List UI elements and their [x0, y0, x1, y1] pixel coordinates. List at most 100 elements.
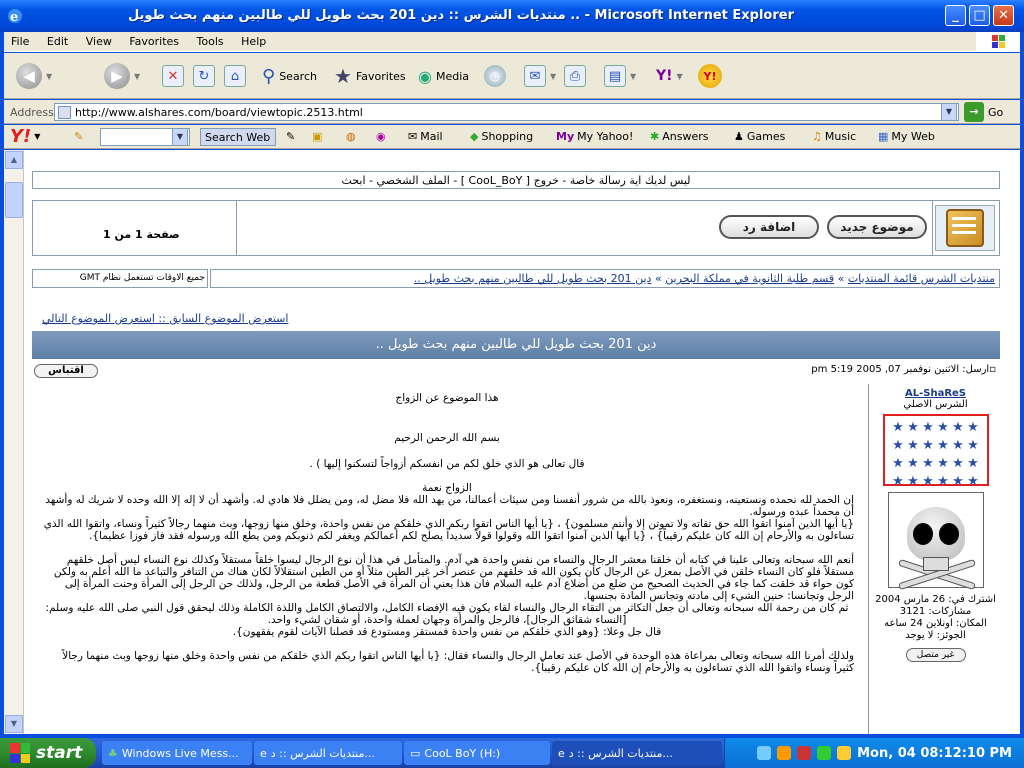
edit-icon[interactable]: ▤: [604, 65, 626, 87]
menu-edit[interactable]: Edit: [40, 32, 75, 51]
yahoo-logo-icon[interactable]: Y!: [10, 126, 31, 147]
rank-star-icon: ★: [892, 456, 904, 471]
tray-icon[interactable]: [797, 746, 812, 760]
vertical-scrollbar[interactable]: ▲ ▼: [4, 150, 24, 734]
yahoo-my-yahoo[interactable]: My My Yahoo!: [556, 130, 633, 143]
breadcrumb-topic[interactable]: دين 201 بحث طويل للي طالبين منهم بحث طوي…: [414, 272, 652, 285]
refresh-icon[interactable]: ↻: [193, 65, 215, 87]
yahoo-music[interactable]: ♫ Music: [812, 130, 856, 143]
yahoo-answers[interactable]: ✱ Answers: [650, 130, 708, 143]
author-panel: AL-ShaReS الشرس الاصلي ★ ★ ★ ★ ★ ★ ★ ★ ★ ★ ★ ★ ★ ★ ★ ★ ★…: [868, 384, 1002, 734]
post-line: قال جل وعلا: {وهو الذي خلقكم من نفس واحد…: [232, 626, 662, 638]
home-icon[interactable]: ⌂: [224, 65, 246, 87]
offline-status: غير متصل: [905, 648, 966, 662]
maximize-button[interactable]: □: [969, 5, 990, 26]
start-button[interactable]: start: [0, 738, 96, 768]
rank-star-icon: ★: [922, 420, 934, 435]
breadcrumb-forum[interactable]: قسم طلبة الثانوية في مملكة البحرين: [665, 272, 834, 285]
favorites-button[interactable]: ★ Favorites: [334, 61, 406, 91]
taskbar-item-forum-1[interactable]: e منتديات الشرس :: د...: [254, 741, 402, 765]
rank-star-icon: ★: [937, 420, 949, 435]
rank-star-icon: ★: [892, 438, 904, 453]
post-line: ثم كان من رحمة الله سبحانه وتعالى أن جعل…: [45, 602, 849, 626]
rank-star-icon: ★: [967, 420, 979, 435]
go-button[interactable]: → Go: [964, 102, 1003, 122]
author-name[interactable]: AL-ShaReS: [869, 388, 1002, 399]
rank-star-icon: ★: [967, 438, 979, 453]
address-bar: Address http://www.alshares.com/board/vi…: [4, 100, 1020, 124]
search-web-button[interactable]: Search Web: [200, 128, 276, 146]
yahoo-search-dropdown[interactable]: ▼: [172, 128, 188, 146]
shopping-icon: ◆: [470, 130, 479, 143]
minimize-button[interactable]: _: [945, 5, 966, 26]
breadcrumb-row: منتديات الشرس قائمة المنتديات » قسم طلبة…: [32, 269, 1000, 288]
scroll-up-icon[interactable]: ▲: [5, 151, 23, 169]
post-line: ولذلك أمرنا الله سبحانه وتعالى بمراعاة ه…: [62, 650, 854, 674]
author-location: المكان: اونلاين 24 ساعه: [884, 618, 987, 629]
menu-tools[interactable]: Tools: [190, 32, 231, 51]
taskbar: start ♣ Windows Live Mess... e منتديات الش…: [0, 738, 1024, 768]
clock: Mon, 04 08:12:10 PM: [857, 745, 1012, 761]
menu-help[interactable]: Help: [234, 32, 273, 51]
print-icon[interactable]: ⎙: [564, 65, 586, 87]
menu-favorites[interactable]: Favorites: [122, 32, 186, 51]
new-topic-button[interactable]: موضوع جديد: [827, 215, 927, 239]
next-topic-link[interactable]: استعرض الموضوع التالي: [42, 312, 155, 325]
avatar: [887, 492, 984, 591]
address-label: Address: [10, 106, 54, 119]
quote-button[interactable]: اقتباس: [34, 364, 98, 378]
search-button[interactable]: ⚲ Search: [262, 61, 317, 91]
folder-icon[interactable]: ▣: [312, 130, 322, 143]
yahoo-toolbar: Y! ▼ ✎ ▼ Search Web ✎ ▣ ◍ ◉ ✉ Mail ◆ Shoppi…: [4, 125, 1020, 149]
globe-icon[interactable]: ◍: [346, 130, 356, 143]
media-button[interactable]: ◉ Media: [418, 61, 469, 91]
back-icon[interactable]: ◀: [16, 63, 42, 89]
tray-icon[interactable]: [757, 746, 772, 760]
yahoo-mail[interactable]: ✉ Mail: [408, 130, 443, 143]
post-icon: ▫: [989, 364, 996, 375]
ie-icon: e: [558, 746, 565, 760]
rank-star-icon: ★: [892, 474, 904, 489]
rank-star-icon: ★: [937, 474, 949, 489]
system-tray: Mon, 04 08:12:10 PM: [724, 738, 1024, 768]
address-input[interactable]: http://www.alshares.com/board/viewtopic.…: [54, 103, 959, 121]
rank-star-icon: ★: [967, 474, 979, 489]
reply-button[interactable]: اضافة رد: [719, 215, 819, 239]
post-body: هذا الموضوع عن الزواج بسم الله الرحمن ال…: [32, 384, 862, 734]
pencil-icon[interactable]: ✎: [74, 130, 83, 143]
history-icon[interactable]: ◷: [484, 65, 506, 87]
messenger-icon[interactable]: Y!: [698, 64, 722, 88]
rank-star-icon: ★: [907, 474, 919, 489]
mail-icon[interactable]: ✉: [524, 65, 546, 87]
post-line: بسم الله الرحمن الرحيم: [394, 432, 500, 444]
tray-icon[interactable]: [777, 746, 792, 760]
prev-topic-link[interactable]: استعرض الموضوع السابق: [169, 312, 288, 325]
breadcrumb-home[interactable]: منتديات الشرس قائمة المنتديات: [848, 272, 995, 285]
go-arrow-icon: →: [964, 102, 984, 122]
highlight-icon[interactable]: ✎: [286, 130, 295, 143]
headphones-icon[interactable]: ◉: [376, 130, 386, 143]
yahoo-my-web[interactable]: ▦ My Web: [878, 130, 935, 143]
stop-icon[interactable]: ✕: [162, 65, 184, 87]
menu-file[interactable]: File: [4, 32, 36, 51]
yahoo-games[interactable]: ♟ Games: [734, 130, 785, 143]
tray-icon[interactable]: [817, 746, 832, 760]
yahoo-icon[interactable]: Y!: [656, 68, 673, 84]
address-dropdown[interactable]: ▼: [941, 103, 957, 121]
tray-icon[interactable]: [837, 746, 852, 760]
scroll-down-icon[interactable]: ▼: [5, 715, 23, 733]
user-nav[interactable]: ليس لديك اية رسالة خاصة - خروج [ CooL_Bo…: [32, 171, 1000, 189]
menu-view[interactable]: View: [79, 32, 119, 51]
forward-icon[interactable]: ▶: [104, 63, 130, 89]
yahoo-shopping[interactable]: ◆ Shopping: [470, 130, 533, 143]
topic-actions-panel: موضوع جديد اضافة رد صفحة 1 من 1: [32, 200, 1000, 256]
close-button[interactable]: ✕: [993, 5, 1014, 26]
title-bar[interactable]: e منتديات الشرس :: دين 201 بحث طويل للي …: [0, 0, 1024, 32]
taskbar-item-drive[interactable]: ▭ CooL BoY (H:): [404, 741, 550, 765]
games-icon: ♟: [734, 130, 744, 143]
forum-page: ليس لديك اية رسالة خاصة - خروج [ CooL_Bo…: [32, 150, 1002, 734]
taskbar-item-forum-2[interactable]: e منتديات الشرس :: د...: [552, 741, 722, 765]
scroll-thumb[interactable]: [5, 182, 23, 218]
taskbar-item-messenger[interactable]: ♣ Windows Live Mess...: [102, 741, 252, 765]
post-line: الزواج نعمة: [422, 482, 472, 494]
